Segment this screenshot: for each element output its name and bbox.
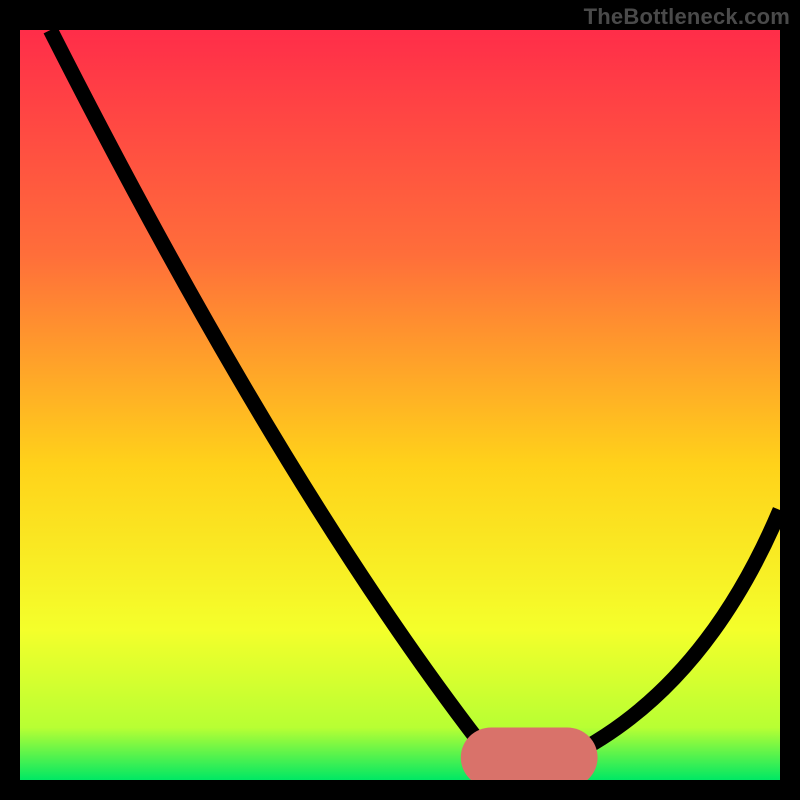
optimal-dot-right [560, 751, 574, 765]
chart-svg [20, 30, 780, 780]
chart-frame: TheBottleneck.com [0, 0, 800, 800]
optimal-dot-left [484, 751, 498, 765]
attribution-label: TheBottleneck.com [584, 4, 790, 30]
gradient-background [20, 30, 780, 780]
plot-area [20, 30, 780, 780]
